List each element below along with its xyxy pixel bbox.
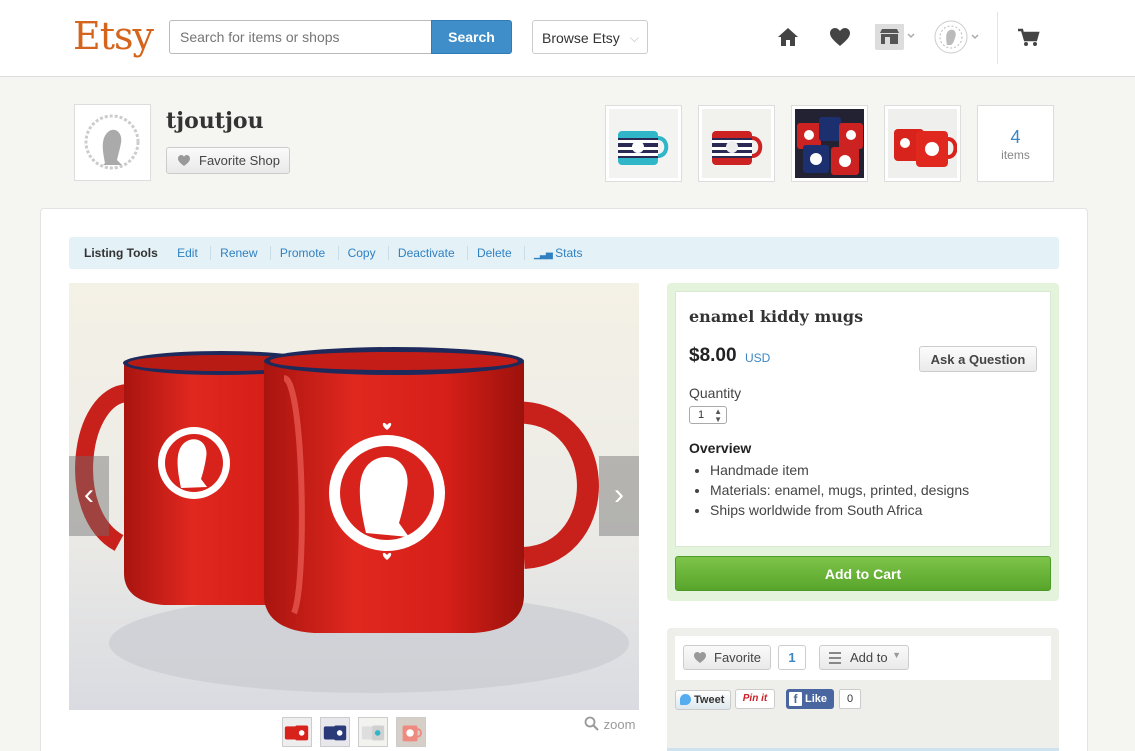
- image-thumbnail[interactable]: [396, 717, 426, 747]
- prev-image-arrow[interactable]: ‹: [69, 456, 109, 536]
- overview-list: Handmade item Materials: enamel, mugs, p…: [710, 460, 969, 520]
- image-thumbnail[interactable]: [358, 717, 388, 747]
- image-thumbnail[interactable]: [320, 717, 350, 747]
- add-to-list-button[interactable]: Add to ▼: [819, 645, 909, 670]
- facebook-icon: f: [789, 692, 802, 706]
- image-thumbnail[interactable]: [282, 717, 312, 747]
- zoom-label: zoom: [603, 717, 636, 732]
- overview-item: Handmade item: [710, 460, 969, 480]
- browse-label: Browse Etsy: [542, 30, 620, 46]
- stats-link[interactable]: ▁▃▅ Stats: [524, 246, 592, 260]
- shop-item-thumbnail[interactable]: [884, 105, 961, 182]
- zoom-link[interactable]: zoom: [584, 716, 635, 732]
- user-avatar-icon[interactable]: [934, 20, 982, 54]
- renew-link[interactable]: Renew: [210, 246, 267, 260]
- search-input[interactable]: [169, 20, 431, 54]
- quantity-label: Quantity: [689, 385, 742, 401]
- listing-price: $8.00: [689, 345, 737, 366]
- browse-dropdown[interactable]: Browse Etsy ⌵: [532, 20, 648, 54]
- stats-icon: ▁▃▅: [534, 249, 553, 259]
- shop-icon[interactable]: [874, 24, 918, 50]
- favorite-shop-button[interactable]: Favorite Shop: [166, 147, 290, 174]
- stepper-arrows-icon: ▲ ▼: [714, 407, 722, 424]
- quantity-select[interactable]: 1 ▲ ▼: [689, 406, 727, 424]
- currency-label[interactable]: USD: [745, 351, 770, 365]
- listing-tools-label: Listing Tools: [84, 246, 158, 260]
- etsy-logo[interactable]: Etsy: [73, 14, 154, 58]
- chevron-down-icon: ⌵: [629, 31, 639, 45]
- pinit-button[interactable]: Pin it: [735, 689, 775, 709]
- stats-label: Stats: [555, 246, 583, 260]
- cart-icon[interactable]: [1016, 24, 1042, 50]
- shop-item-thumbnail[interactable]: [791, 105, 868, 182]
- main-listing-image[interactable]: [69, 283, 639, 710]
- nav-divider: [997, 12, 998, 64]
- shop-avatar[interactable]: [74, 104, 151, 181]
- shop-items-count[interactable]: 4 items: [977, 105, 1054, 182]
- twitter-bird-icon: [680, 694, 691, 705]
- overview-item: Materials: enamel, mugs, printed, design…: [710, 480, 969, 500]
- listing-title: enamel kiddy mugs: [689, 307, 864, 326]
- heart-icon[interactable]: [827, 24, 853, 50]
- favorite-count[interactable]: 1: [778, 645, 806, 670]
- listing-tools-bar: Listing Tools Edit Renew Promote Copy De…: [69, 237, 1059, 269]
- tweet-label: Tweet: [694, 694, 725, 706]
- quantity-value: 1: [698, 409, 705, 421]
- like-label: Like: [805, 693, 828, 705]
- items-label: items: [1001, 148, 1030, 162]
- shop-item-thumbnail[interactable]: [698, 105, 775, 182]
- add-to-cart-button[interactable]: Add to Cart: [675, 556, 1051, 591]
- home-icon[interactable]: [775, 24, 801, 50]
- magnifier-icon: [584, 716, 599, 731]
- overview-item: Ships worldwide from South Africa: [710, 500, 969, 520]
- chevron-down-icon: ▼: [892, 650, 901, 660]
- favorite-item-button[interactable]: Favorite: [683, 645, 771, 670]
- list-icon: [829, 652, 841, 667]
- favorite-shop-label: Favorite Shop: [199, 153, 280, 168]
- overview-heading: Overview: [689, 440, 752, 456]
- next-image-arrow[interactable]: ›: [599, 456, 639, 536]
- search-button[interactable]: Search: [431, 20, 512, 54]
- delete-link[interactable]: Delete: [466, 246, 521, 260]
- items-count: 4: [1010, 127, 1021, 147]
- favorite-label: Favorite: [714, 650, 761, 665]
- tweet-button[interactable]: Tweet: [675, 690, 731, 710]
- heart-icon: [178, 155, 190, 166]
- promote-link[interactable]: Promote: [269, 246, 335, 260]
- shop-item-thumbnail[interactable]: [605, 105, 682, 182]
- site-header: Etsy Search Browse Etsy ⌵: [0, 0, 1135, 77]
- shop-name[interactable]: tjoutjou: [166, 108, 264, 134]
- add-to-label: Add to: [850, 650, 888, 665]
- heart-icon: [694, 652, 706, 663]
- deactivate-link[interactable]: Deactivate: [387, 246, 464, 260]
- facebook-like-button[interactable]: f Like: [786, 689, 834, 709]
- copy-link[interactable]: Copy: [337, 246, 385, 260]
- edit-link[interactable]: Edit: [177, 246, 207, 260]
- like-count: 0: [839, 689, 861, 709]
- ask-question-button[interactable]: Ask a Question: [919, 346, 1037, 372]
